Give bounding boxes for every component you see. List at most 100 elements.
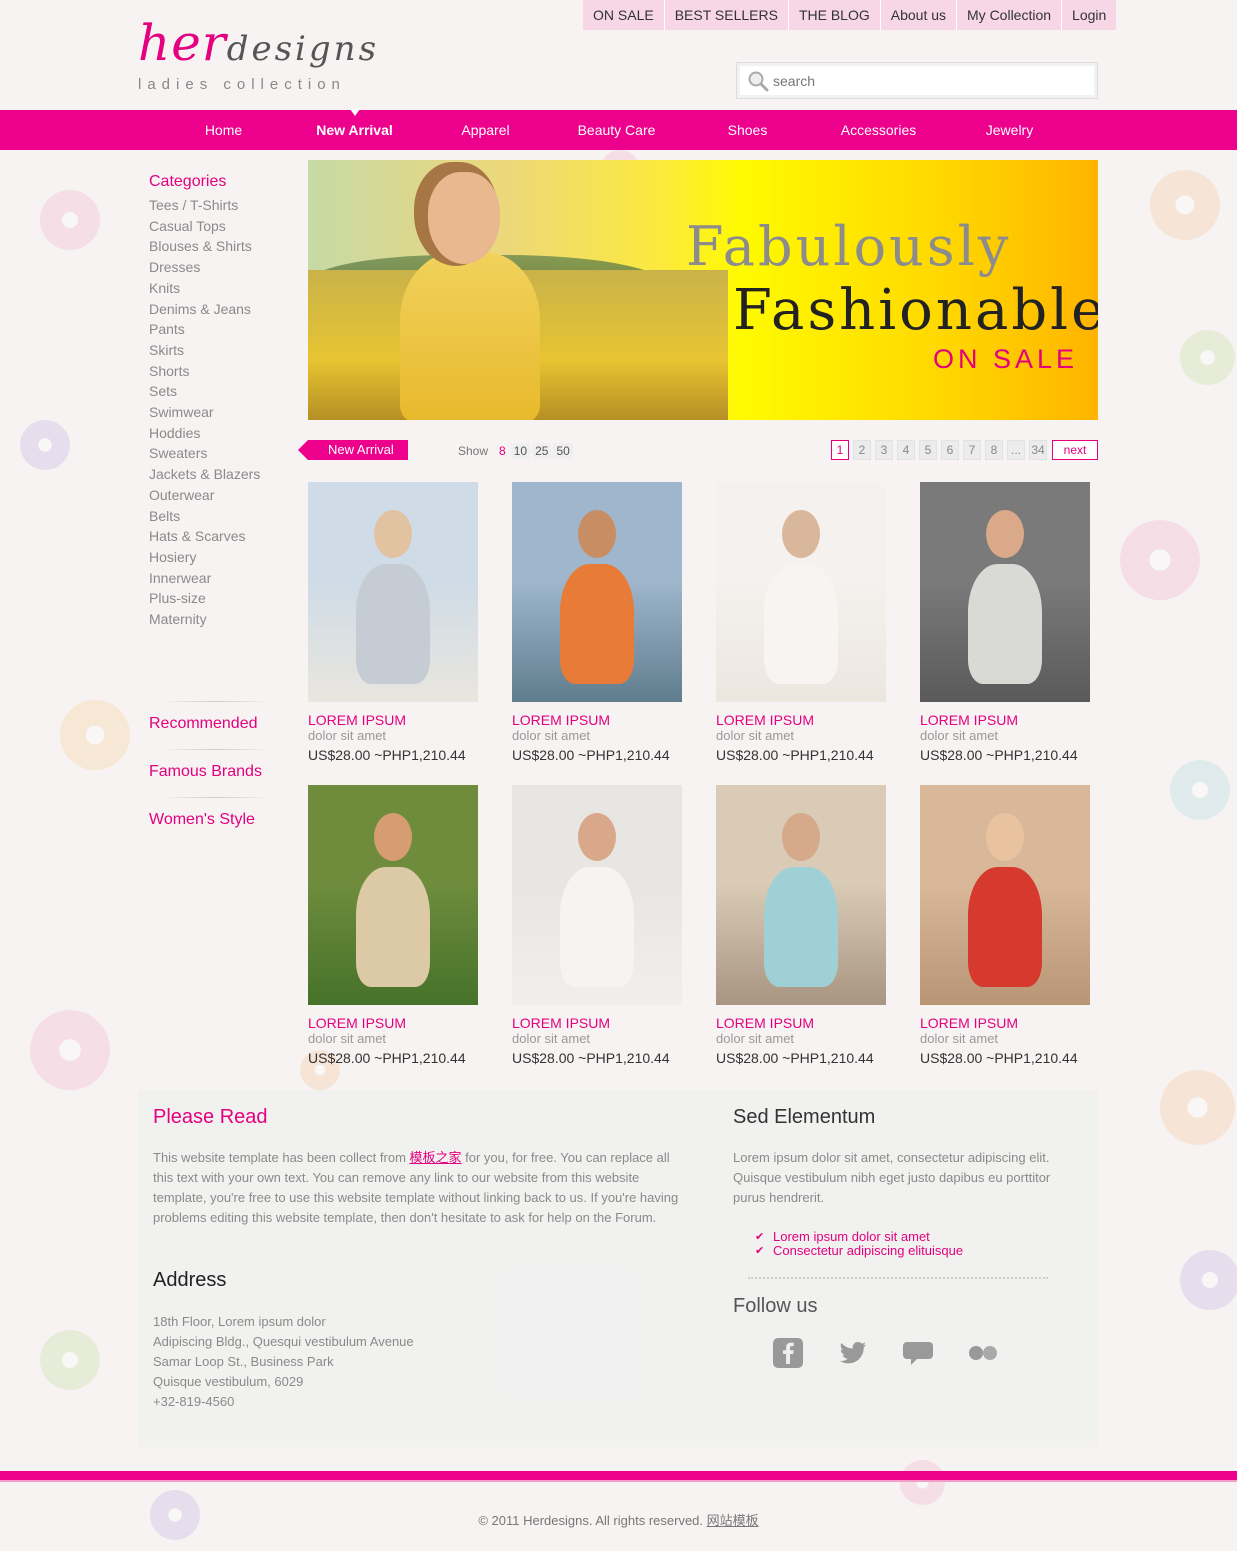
- product-image[interactable]: [308, 785, 478, 1005]
- category-item[interactable]: Blouses & Shirts: [149, 236, 298, 257]
- top-nav-my-collection[interactable]: My Collection: [956, 0, 1061, 30]
- category-item[interactable]: Knits: [149, 278, 298, 299]
- category-item[interactable]: Plus-size: [149, 588, 298, 609]
- category-item[interactable]: Innerwear: [149, 568, 298, 589]
- product-image[interactable]: [716, 482, 886, 702]
- facebook-icon[interactable]: [772, 1337, 804, 1369]
- address-line: Adipiscing Bldg., Quesqui vestibulum Ave…: [153, 1334, 414, 1349]
- main-nav-jewelry[interactable]: Jewelry: [944, 110, 1075, 150]
- category-item[interactable]: Outerwear: [149, 485, 298, 506]
- product-subtitle: dolor sit amet: [716, 728, 795, 743]
- category-item[interactable]: Hoddies: [149, 423, 298, 444]
- top-nav-best-sellers[interactable]: BEST SELLERS: [663, 0, 788, 30]
- main-nav-shoes[interactable]: Shoes: [682, 110, 813, 150]
- product-card[interactable]: LOREM IPSUM dolor sit amet US$28.00 ~PHP1,…: [512, 785, 682, 1068]
- page-button[interactable]: 4: [897, 440, 915, 460]
- product-card[interactable]: LOREM IPSUM dolor sit amet US$28.00 ~PHP1,…: [308, 482, 478, 765]
- main-nav-apparel[interactable]: Apparel: [420, 110, 551, 150]
- page-button[interactable]: 8: [985, 440, 1003, 460]
- next-page-button[interactable]: next: [1052, 440, 1098, 460]
- category-item[interactable]: Hats & Scarves: [149, 526, 298, 547]
- category-item[interactable]: Casual Tops: [149, 216, 298, 237]
- category-item[interactable]: Dresses: [149, 257, 298, 278]
- product-image[interactable]: [920, 482, 1090, 702]
- product-price: US$28.00 ~PHP1,210.44: [920, 747, 1078, 763]
- top-nav-login[interactable]: Login: [1061, 0, 1116, 30]
- product-card[interactable]: LOREM IPSUM dolor sit amet US$28.00 ~PHP1,…: [920, 482, 1090, 765]
- page-button[interactable]: 1: [831, 440, 849, 460]
- page-button[interactable]: 34: [1029, 440, 1047, 460]
- search-input[interactable]: [773, 72, 1073, 89]
- product-card[interactable]: LOREM IPSUM dolor sit amet US$28.00 ~PHP1,…: [308, 785, 478, 1068]
- product-name[interactable]: LOREM IPSUM: [920, 1015, 1090, 1031]
- top-nav-blog[interactable]: THE BLOG: [787, 0, 880, 30]
- product-card[interactable]: LOREM IPSUM dolor sit amet US$28.00 ~PHP1,…: [920, 785, 1090, 1068]
- product-model-body: [560, 867, 634, 987]
- logo-tagline: ladies collection: [138, 76, 346, 93]
- product-name[interactable]: LOREM IPSUM: [512, 712, 682, 728]
- sidebar-recommended[interactable]: Recommended: [149, 715, 258, 733]
- please-read-link[interactable]: 模板之家: [410, 1150, 462, 1165]
- follow-title: Follow us: [733, 1295, 818, 1317]
- top-nav-about[interactable]: About us: [879, 0, 956, 30]
- show-option-50[interactable]: 50: [553, 443, 573, 459]
- main-nav-accessories[interactable]: Accessories: [813, 110, 944, 150]
- product-card[interactable]: LOREM IPSUM dolor sit amet US$28.00 ~PHP1,…: [716, 785, 886, 1068]
- category-item[interactable]: Denims & Jeans: [149, 299, 298, 320]
- category-item[interactable]: Sweaters: [149, 443, 298, 464]
- sidebar: Categories Tees / T-Shirts Casual Tops Blo…: [138, 160, 298, 828]
- top-nav: ON SALE BEST SELLERS THE BLOG About us M…: [583, 0, 1117, 30]
- category-item[interactable]: Jackets & Blazers: [149, 464, 298, 485]
- footer-link[interactable]: 网站模板: [707, 1513, 759, 1528]
- footer-pink-bar-thin: [0, 1480, 1237, 1482]
- product-name[interactable]: LOREM IPSUM: [512, 1015, 682, 1031]
- category-item[interactable]: Pants: [149, 319, 298, 340]
- twitter-icon[interactable]: [837, 1337, 869, 1369]
- category-item[interactable]: Maternity: [149, 609, 298, 630]
- product-image[interactable]: [920, 785, 1090, 1005]
- category-item[interactable]: Shorts: [149, 361, 298, 382]
- show-option-10[interactable]: 10: [510, 443, 531, 459]
- top-nav-on-sale[interactable]: ON SALE: [583, 0, 664, 30]
- page-button[interactable]: 6: [941, 440, 959, 460]
- check-item: Consectetur adipiscing elituisque: [755, 1244, 963, 1259]
- product-image[interactable]: [512, 482, 682, 702]
- category-item[interactable]: Sets: [149, 381, 298, 402]
- page-button[interactable]: 2: [853, 440, 871, 460]
- banner-model-body: [400, 252, 540, 420]
- main-nav-beauty-care[interactable]: Beauty Care: [551, 110, 682, 150]
- category-item[interactable]: Hosiery: [149, 547, 298, 568]
- flower-decoration: [20, 420, 70, 470]
- product-image[interactable]: [716, 785, 886, 1005]
- show-option-8[interactable]: 8: [496, 443, 509, 459]
- page-button[interactable]: 5: [919, 440, 937, 460]
- product-name[interactable]: LOREM IPSUM: [308, 712, 478, 728]
- sidebar-womens-style[interactable]: Women's Style: [149, 811, 255, 829]
- page-button[interactable]: 7: [963, 440, 981, 460]
- site-logo[interactable]: herdesigns ladies collection: [138, 14, 379, 93]
- product-name[interactable]: LOREM IPSUM: [716, 1015, 886, 1031]
- check-item: Lorem ipsum dolor sit amet: [755, 1230, 963, 1245]
- product-name[interactable]: LOREM IPSUM: [308, 1015, 478, 1031]
- page-button[interactable]: 3: [875, 440, 893, 460]
- chat-icon[interactable]: [902, 1337, 934, 1369]
- sidebar-famous-brands[interactable]: Famous Brands: [149, 763, 262, 781]
- search-icon[interactable]: [743, 66, 773, 96]
- main-nav-home[interactable]: Home: [158, 110, 289, 150]
- category-item[interactable]: Skirts: [149, 340, 298, 361]
- product-image[interactable]: [308, 482, 478, 702]
- product-image[interactable]: [512, 785, 682, 1005]
- product-name[interactable]: LOREM IPSUM: [920, 712, 1090, 728]
- show-option-25[interactable]: 25: [532, 443, 552, 459]
- product-card[interactable]: LOREM IPSUM dolor sit amet US$28.00 ~PHP1,…: [512, 482, 682, 765]
- hero-banner[interactable]: Fabulously Fashionable ON SALE: [308, 160, 1098, 420]
- main-nav-new-arrival[interactable]: New Arrival: [289, 109, 420, 150]
- product-card[interactable]: LOREM IPSUM dolor sit amet US$28.00 ~PHP1,…: [716, 482, 886, 765]
- category-item[interactable]: Tees / T-Shirts: [149, 195, 298, 216]
- product-name[interactable]: LOREM IPSUM: [716, 712, 886, 728]
- category-item[interactable]: Belts: [149, 506, 298, 527]
- product-subtitle: dolor sit amet: [920, 1031, 999, 1046]
- product-model-body: [356, 867, 430, 987]
- flickr-icon[interactable]: [967, 1337, 999, 1369]
- category-item[interactable]: Swimwear: [149, 402, 298, 423]
